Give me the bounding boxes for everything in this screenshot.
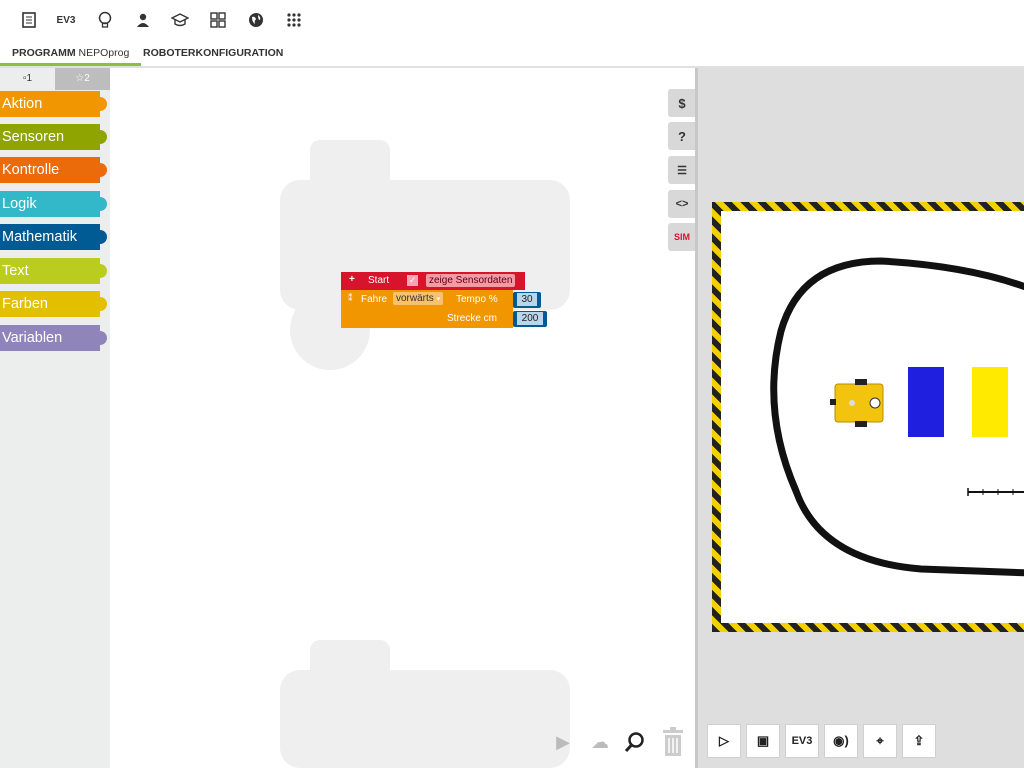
- export-button[interactable]: ⇪: [902, 724, 936, 758]
- tab-program-label: PROGRAMM: [12, 47, 76, 59]
- speed-number-block[interactable]: 30: [513, 292, 541, 308]
- help-button[interactable]: ?: [668, 122, 696, 150]
- direction-dropdown[interactable]: vorwärts ▾: [393, 292, 444, 305]
- toolbox-level-2-tab[interactable]: ☆2: [55, 68, 110, 90]
- block-connector-icon: [93, 163, 107, 177]
- category-aktion-label: Aktion: [2, 96, 43, 112]
- cloud-upload-icon[interactable]: ☁: [585, 727, 615, 757]
- category-mathematik[interactable]: Mathematik: [0, 224, 107, 250]
- block-connector-icon: [93, 130, 107, 144]
- category-kontrolle-label: Kontrolle: [2, 162, 60, 178]
- start-label: Start: [368, 275, 390, 286]
- block-connector-icon: [93, 331, 107, 345]
- speed-label: Tempo %: [456, 294, 498, 305]
- block-connector-icon: [93, 264, 107, 278]
- show-sensor-data-checkbox[interactable]: ✓: [407, 275, 418, 286]
- block-connector-icon: [93, 230, 107, 244]
- ev3-icon[interactable]: EV3: [54, 8, 78, 32]
- tab-bar: PROGRAMM NEPOprog ROBOTERKONFIGURATION: [0, 40, 1024, 68]
- simulation-scene: [770, 257, 1024, 577]
- category-kontrolle[interactable]: Kontrolle: [0, 157, 107, 183]
- pin-location-button[interactable]: ⌖: [863, 724, 897, 758]
- zoom-reset-icon[interactable]: [620, 727, 650, 757]
- top-navbar: EV3: [0, 0, 1024, 40]
- tab-robot-configuration[interactable]: ROBOTERKONFIGURATION: [131, 40, 295, 66]
- drive-handle-icon: ⁑: [348, 293, 353, 303]
- lightbulb-icon[interactable]: [93, 8, 117, 32]
- drive-label: Fahre: [361, 294, 388, 305]
- blue-obstacle[interactable]: [908, 367, 944, 437]
- drive-block[interactable]: ⁑ Fahre vorwärts ▾ Tempo % Strecke cm: [341, 290, 513, 328]
- tab-program[interactable]: PROGRAMM NEPOprog: [0, 40, 142, 66]
- block-connector-icon: [93, 97, 107, 111]
- robot-watermark-icon: [280, 640, 570, 768]
- globe-icon[interactable]: [244, 8, 268, 32]
- robot-icon[interactable]: [830, 379, 884, 427]
- category-logik[interactable]: Logik: [0, 191, 107, 217]
- user-icon[interactable]: [131, 8, 155, 32]
- simulation-button[interactable]: SIM: [668, 223, 696, 251]
- start-plus-icon[interactable]: +: [349, 274, 355, 285]
- run-icon[interactable]: ▶: [548, 727, 578, 757]
- direction-value: vorwärts: [396, 293, 434, 304]
- tab-program-name: NEPOprog: [78, 47, 130, 59]
- sound-button[interactable]: ◉): [824, 724, 858, 758]
- category-variablen[interactable]: Variablen: [0, 325, 107, 351]
- category-text-label: Text: [2, 263, 29, 279]
- graduation-cap-icon[interactable]: [168, 8, 192, 32]
- show-sensor-data-label: zeige Sensordaten: [426, 274, 516, 287]
- block-connector-icon: [93, 297, 107, 311]
- robot-watermark-icon: [280, 140, 570, 370]
- category-farben[interactable]: Farben: [0, 291, 107, 317]
- block-connector-icon: [93, 197, 107, 211]
- start-block[interactable]: + Start ✓ zeige Sensordaten: [341, 272, 525, 290]
- category-sensoren[interactable]: Sensoren: [0, 124, 107, 150]
- toolbox-level-tabs: ▫1 ☆2: [0, 68, 110, 90]
- trash-icon[interactable]: [656, 727, 690, 757]
- apps-dots-icon[interactable]: [282, 8, 306, 32]
- distance-number-block[interactable]: 200: [513, 311, 547, 327]
- category-farben-label: Farben: [2, 296, 48, 312]
- speed-value[interactable]: 30: [517, 293, 537, 306]
- distance-value[interactable]: 200: [517, 312, 543, 325]
- code-view-button[interactable]: <>: [668, 190, 696, 218]
- toolbox-level-1-tab[interactable]: ▫1: [0, 68, 55, 90]
- ev3-robot-button[interactable]: EV3: [785, 724, 819, 758]
- category-sensoren-label: Sensoren: [2, 129, 65, 145]
- gallery-grid-icon[interactable]: [206, 8, 230, 32]
- background-image-button[interactable]: ▣: [746, 724, 780, 758]
- comment-button[interactable]: ☰: [668, 156, 696, 184]
- category-logik-label: Logik: [2, 196, 37, 212]
- yellow-obstacle[interactable]: [972, 367, 1008, 437]
- play-sim-button[interactable]: ▷: [707, 724, 741, 758]
- category-text[interactable]: Text: [0, 258, 107, 284]
- category-variablen-label: Variablen: [2, 330, 63, 346]
- document-icon[interactable]: [17, 8, 41, 32]
- category-mathematik-label: Mathematik: [2, 229, 77, 245]
- source-code-button[interactable]: $: [668, 89, 696, 117]
- chevron-down-icon: ▾: [436, 296, 441, 303]
- distance-label: Strecke cm: [447, 313, 498, 324]
- category-aktion[interactable]: Aktion: [0, 91, 107, 117]
